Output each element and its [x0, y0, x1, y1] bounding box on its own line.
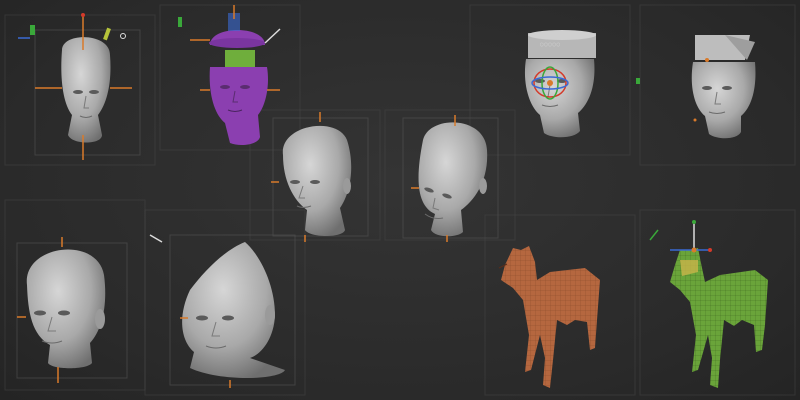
head-model	[16, 237, 128, 383]
head-rotate-gizmo-panel[interactable]: ○○○○○	[510, 25, 610, 140]
3d-viewport[interactable]: ○○○○○	[0, 0, 800, 400]
head-model	[18, 13, 141, 160]
head-with-cap-panel[interactable]	[675, 30, 770, 145]
gizmo-indicator-label: ○○○○○	[540, 41, 561, 48]
head-transform-gizmo-panel[interactable]	[10, 10, 160, 165]
head-model-capped	[691, 35, 756, 139]
head-default-panel[interactable]	[265, 110, 375, 242]
head-bottom-left-panel[interactable]	[12, 235, 132, 385]
head-cone-panel[interactable]	[149, 230, 300, 390]
dog-model-polygroups	[498, 246, 600, 388]
head-tilted-panel[interactable]	[395, 110, 505, 245]
head-model	[271, 112, 369, 242]
dog-green-panel[interactable]	[649, 220, 775, 390]
dog-orange-panel[interactable]	[495, 240, 610, 390]
dog-model-masked	[649, 220, 768, 388]
stray-gizmo-marker	[636, 78, 640, 84]
head-model-deformed	[149, 234, 296, 388]
head-model-rotated	[402, 115, 499, 242]
